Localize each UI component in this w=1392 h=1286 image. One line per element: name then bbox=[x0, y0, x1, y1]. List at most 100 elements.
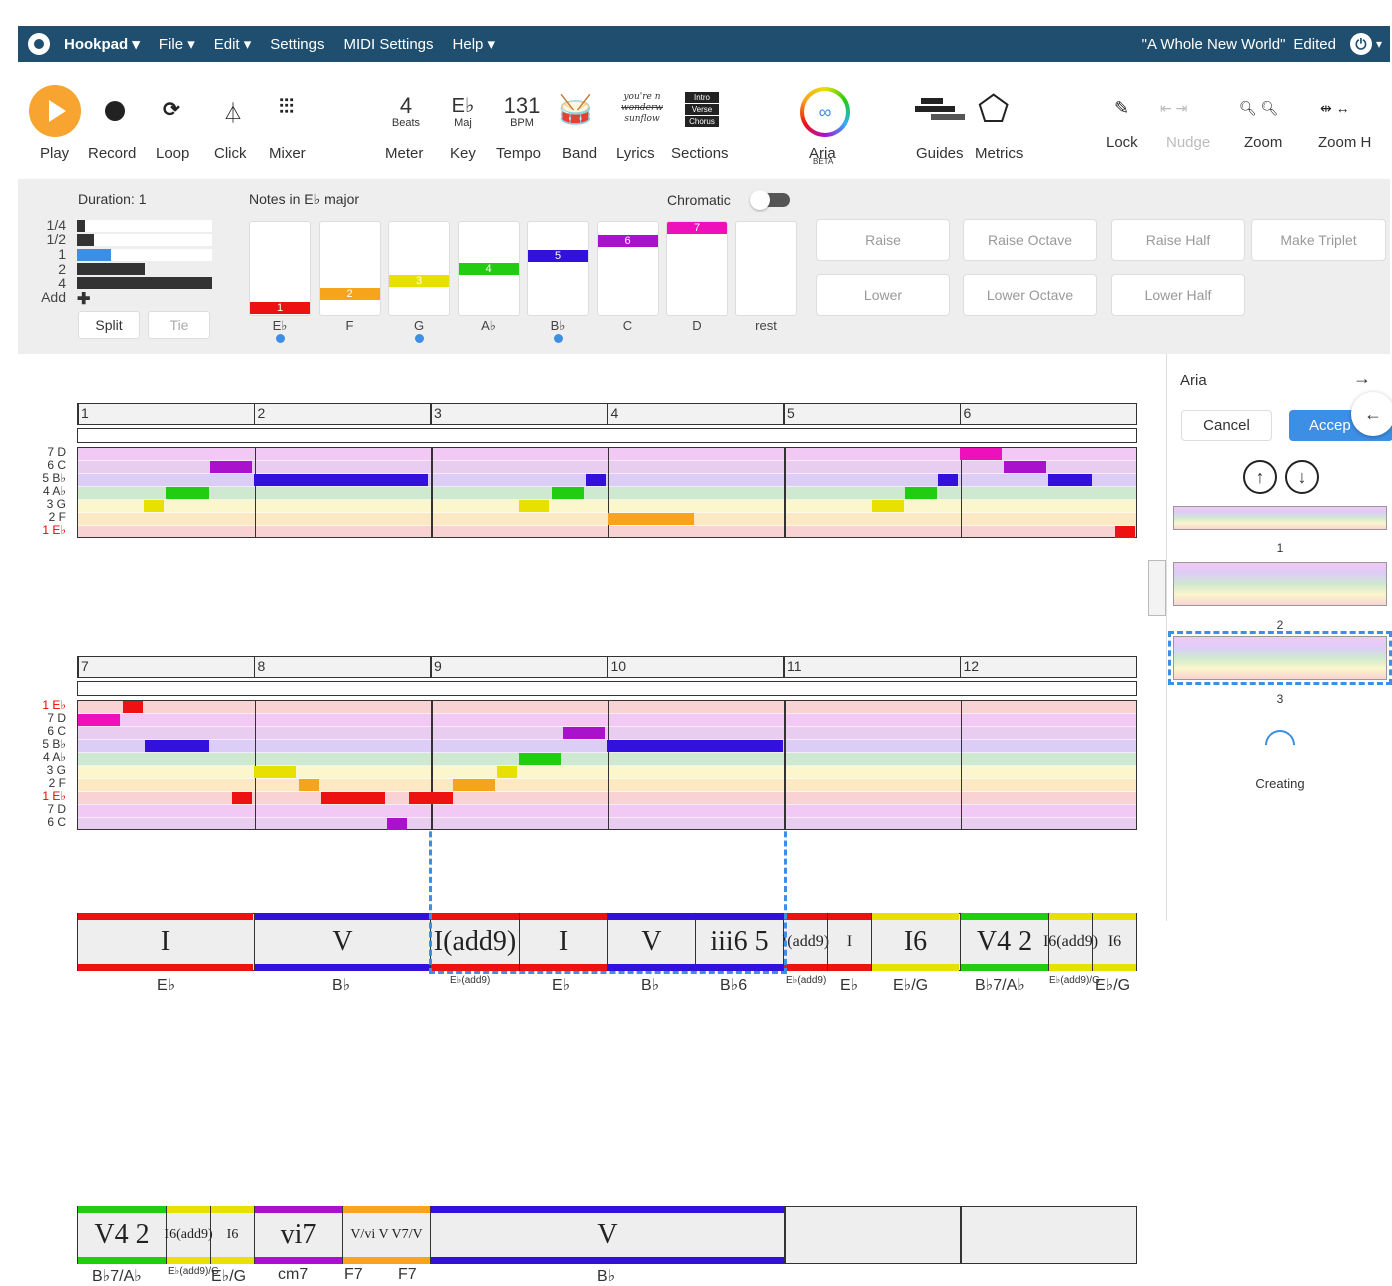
measure-number[interactable]: 2 bbox=[258, 405, 266, 421]
mixer-icon[interactable]: ⫶⫶⫶ bbox=[279, 96, 294, 119]
power-menu-caret[interactable]: ▾ bbox=[1376, 37, 1382, 51]
chord-cell[interactable]: V4 2 bbox=[77, 1206, 166, 1264]
chord-cell[interactable]: I6 bbox=[1092, 913, 1136, 971]
roll-note[interactable] bbox=[78, 714, 120, 726]
menu-hookpad[interactable]: Hookpad ▾ bbox=[64, 35, 140, 53]
mixer-label[interactable]: Mixer bbox=[269, 145, 306, 162]
roll-note[interactable] bbox=[1004, 461, 1046, 473]
arrow-down-circle-icon[interactable]: ↓ bbox=[1285, 460, 1319, 494]
roll-note[interactable] bbox=[519, 753, 561, 765]
measure-number[interactable]: 3 bbox=[434, 405, 442, 421]
chord-cell[interactable]: I6 bbox=[871, 913, 959, 971]
measure-number[interactable]: 12 bbox=[964, 658, 980, 674]
roll-note[interactable] bbox=[123, 701, 143, 713]
roll-note[interactable] bbox=[210, 461, 252, 473]
roll-note[interactable] bbox=[607, 740, 783, 752]
roll-note[interactable] bbox=[166, 487, 209, 499]
record-icon[interactable] bbox=[105, 101, 125, 121]
power-icon[interactable]: ⏻ bbox=[1349, 33, 1372, 55]
nudge-label[interactable]: Nudge bbox=[1166, 134, 1210, 151]
lyrics-icon[interactable]: you're n wonderw sunflow bbox=[618, 92, 666, 125]
metronome-icon[interactable]: ⏃ bbox=[223, 97, 243, 126]
roll-note[interactable] bbox=[254, 766, 296, 778]
roll-note[interactable] bbox=[960, 448, 1002, 460]
roll-note[interactable] bbox=[608, 513, 694, 525]
roll-note[interactable] bbox=[144, 500, 164, 512]
chord-cell[interactable]: V4 2 bbox=[960, 913, 1048, 971]
tempo-label[interactable]: Tempo bbox=[496, 145, 541, 162]
add-plus-icon[interactable]: ✚ bbox=[77, 289, 90, 309]
key-label[interactable]: Key bbox=[450, 145, 476, 162]
raise-octave-button[interactable]: Raise Octave bbox=[963, 219, 1097, 261]
chord-cell[interactable]: I bbox=[77, 913, 253, 971]
menu-settings[interactable]: Settings bbox=[270, 36, 324, 53]
zoom-h-icons[interactable]: ⇹ ↔ bbox=[1320, 100, 1350, 117]
roll-note[interactable] bbox=[938, 474, 958, 486]
zoom-label[interactable]: Zoom bbox=[1244, 134, 1282, 151]
chord-cell[interactable]: V bbox=[430, 1206, 784, 1264]
roll-note[interactable] bbox=[872, 500, 904, 512]
roll-note[interactable] bbox=[254, 474, 428, 486]
measure-number[interactable]: 1 bbox=[81, 405, 89, 421]
measure-number[interactable]: 9 bbox=[434, 658, 442, 674]
roll-note[interactable] bbox=[387, 818, 407, 830]
zoom-h-label[interactable]: Zoom H bbox=[1318, 134, 1371, 151]
roll-note[interactable] bbox=[453, 779, 495, 791]
band-label[interactable]: Band bbox=[562, 145, 597, 162]
piano-roll[interactable] bbox=[77, 700, 1137, 830]
tie-button[interactable]: Tie bbox=[148, 311, 210, 339]
split-button[interactable]: Split bbox=[78, 311, 140, 339]
roll-note[interactable] bbox=[321, 792, 385, 804]
measure-number[interactable]: 4 bbox=[611, 405, 619, 421]
menu-edit[interactable]: Edit ▾ bbox=[214, 35, 252, 53]
hookpad-logo-icon[interactable] bbox=[28, 33, 50, 55]
note-key-7[interactable]: 7 bbox=[666, 221, 728, 316]
measure-number[interactable]: 11 bbox=[787, 658, 802, 674]
duration-bar-quarter[interactable] bbox=[77, 220, 85, 232]
make-triplet-button[interactable]: Make Triplet bbox=[1251, 219, 1386, 261]
loop-label[interactable]: Loop bbox=[156, 145, 189, 162]
lock-label[interactable]: Lock bbox=[1106, 134, 1138, 151]
chord-cell[interactable]: I6 bbox=[210, 1206, 254, 1264]
lower-octave-button[interactable]: Lower Octave bbox=[963, 274, 1097, 316]
roll-note[interactable] bbox=[519, 500, 549, 512]
meter-value[interactable]: 4 bbox=[390, 95, 422, 117]
measure-number[interactable]: 8 bbox=[258, 658, 266, 674]
duration-1-label[interactable]: 1 bbox=[30, 247, 66, 261]
tempo-value[interactable]: 131 bbox=[502, 95, 542, 117]
duration-bar-half[interactable] bbox=[77, 234, 94, 246]
roll-note[interactable] bbox=[563, 727, 605, 739]
measure-number[interactable]: 5 bbox=[787, 405, 795, 421]
roll-note[interactable] bbox=[145, 740, 209, 752]
measure-number[interactable]: 6 bbox=[964, 405, 972, 421]
note-key-rest[interactable] bbox=[735, 221, 797, 316]
zoom-icons[interactable]: 🔍︎ 🔍︎ bbox=[1239, 100, 1278, 117]
panel-resize-handle[interactable] bbox=[1148, 560, 1166, 616]
aria-suggestion-thumbnail[interactable] bbox=[1173, 562, 1387, 606]
measure-number[interactable]: 10 bbox=[611, 658, 627, 674]
raise-button[interactable]: Raise bbox=[816, 219, 950, 261]
arrow-up-circle-icon[interactable]: ↑ bbox=[1243, 460, 1277, 494]
aria-suggestion-thumbnail[interactable] bbox=[1173, 506, 1387, 530]
chord-cell[interactable]: V bbox=[254, 913, 430, 971]
play-icon[interactable] bbox=[29, 85, 81, 137]
roll-note[interactable] bbox=[409, 792, 453, 804]
nudge-icon[interactable]: ⇤ ⇥ bbox=[1160, 100, 1187, 117]
aria-icon[interactable]: ∞ bbox=[800, 87, 850, 137]
note-key-6[interactable]: 6 bbox=[596, 221, 659, 316]
roll-note[interactable] bbox=[552, 487, 584, 499]
lower-half-button[interactable]: Lower Half bbox=[1111, 274, 1245, 316]
roll-note[interactable] bbox=[905, 487, 937, 499]
back-arrow-icon[interactable]: ← bbox=[1351, 392, 1392, 436]
roll-note[interactable] bbox=[232, 792, 252, 804]
menu-midi-settings[interactable]: MIDI Settings bbox=[344, 36, 434, 53]
guides-label[interactable]: Guides bbox=[916, 145, 964, 162]
aria-suggestion-thumbnail[interactable] bbox=[1168, 631, 1392, 685]
chord-cell[interactable]: I(add9) bbox=[782, 913, 829, 971]
chord-cell[interactable]: I bbox=[827, 913, 871, 971]
cancel-button[interactable]: Cancel bbox=[1181, 410, 1272, 441]
duration-bar-1-selected[interactable] bbox=[77, 249, 111, 261]
metrics-pentagon-icon[interactable]: ⬠ bbox=[978, 88, 1009, 130]
play-label[interactable]: Play bbox=[40, 145, 69, 162]
duration-half-label[interactable]: 1/2 bbox=[30, 232, 66, 246]
